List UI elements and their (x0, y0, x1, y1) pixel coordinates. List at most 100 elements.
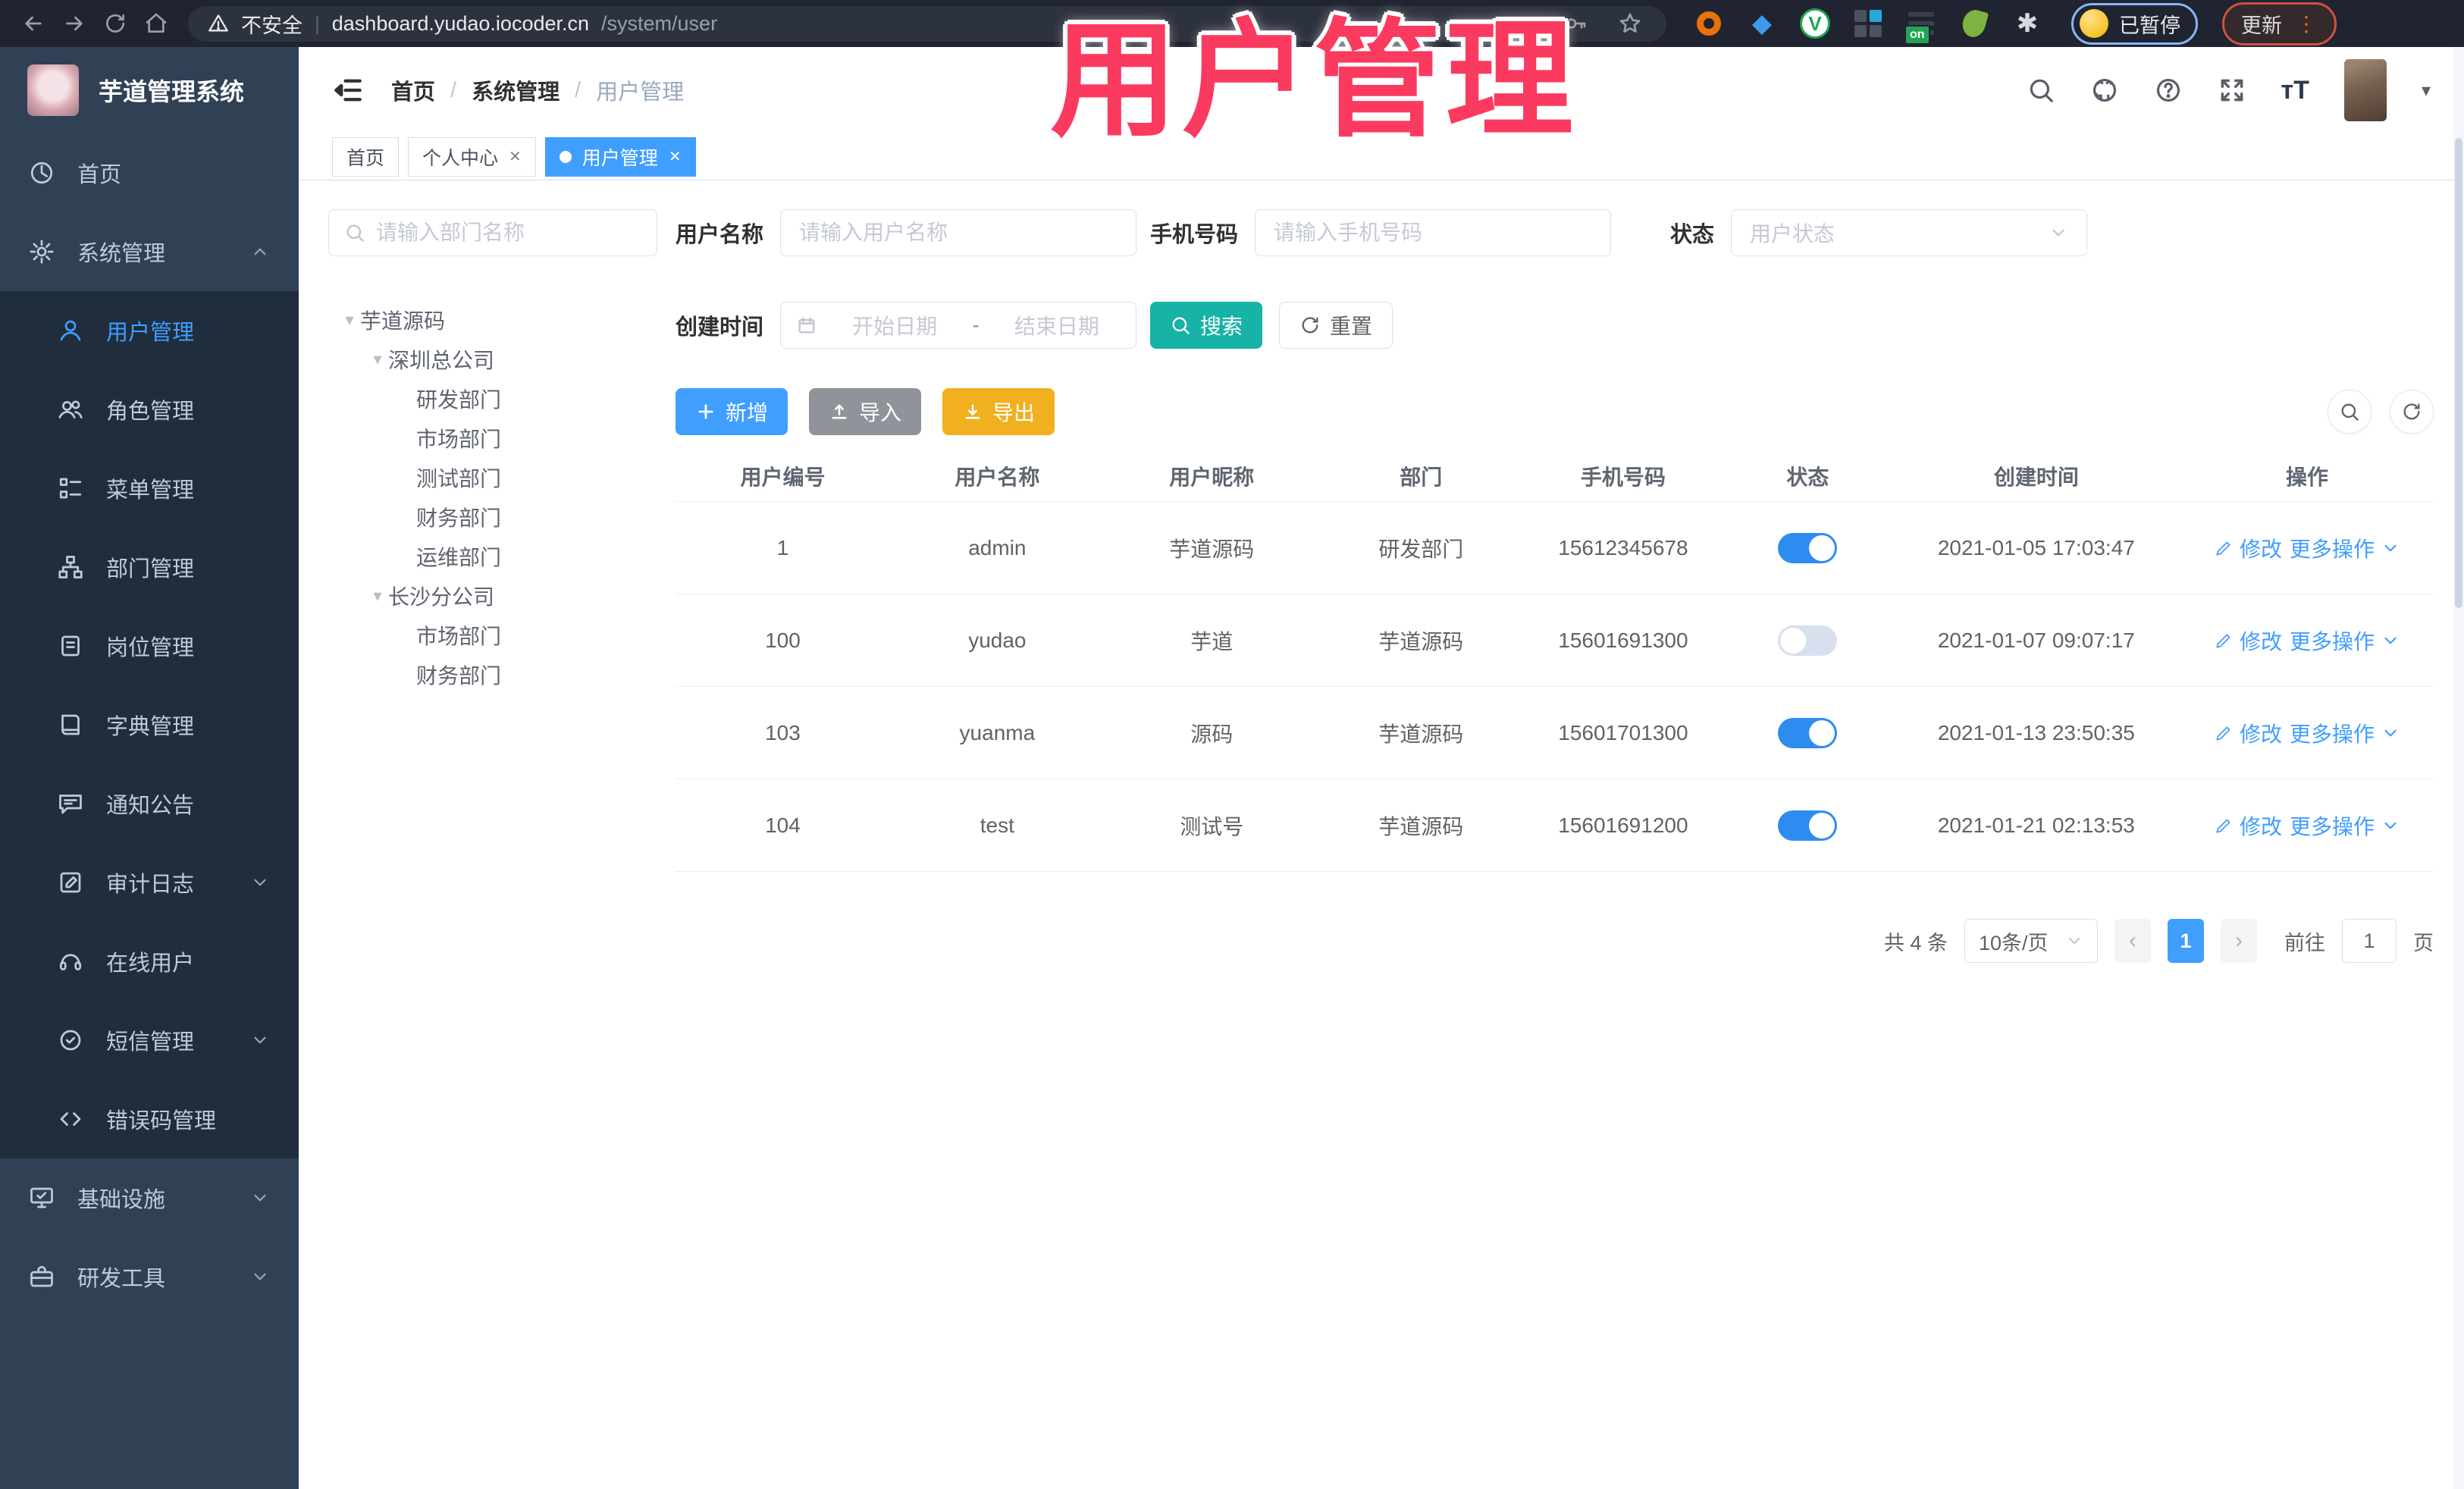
home-icon[interactable] (140, 7, 173, 40)
prev-page-button[interactable]: ‹ (2114, 919, 2151, 963)
tab-user[interactable]: 用户管理 ✕ (544, 136, 696, 177)
sidebar-item-home[interactable]: 首页 (0, 133, 299, 212)
edit-action-link[interactable]: 修改 (2214, 533, 2282, 563)
more-actions-dropdown[interactable]: 更多操作 (2290, 810, 2400, 841)
user-avatar[interactable] (2343, 59, 2387, 121)
status-toggle[interactable] (1778, 810, 1838, 841)
tab-profile[interactable]: 个人中心 ✕ (408, 136, 536, 177)
sidebar-item-infra[interactable]: 基础设施 (0, 1158, 299, 1237)
import-button[interactable]: 导入 (809, 388, 922, 435)
date-start-placeholder[interactable]: 开始日期 (831, 310, 958, 340)
username-input[interactable] (780, 209, 1137, 256)
status-toggle[interactable] (1778, 532, 1838, 563)
page-scrollbar[interactable] (2453, 47, 2464, 1489)
tree-node[interactable]: 研发部门 (328, 379, 657, 418)
avatar-caret-icon[interactable]: ▾ (2422, 80, 2431, 102)
status-cell (1723, 625, 1892, 656)
sidebar-item-online[interactable]: 在线用户 (0, 922, 299, 1001)
sidebar-item-sms[interactable]: 短信管理 (0, 1001, 299, 1080)
plus-icon (698, 404, 713, 419)
date-end-placeholder[interactable]: 结束日期 (993, 310, 1121, 340)
sidebar-item-dept[interactable]: 部门管理 (0, 528, 299, 607)
export-button[interactable]: 导出 (942, 388, 1055, 435)
edit-action-link[interactable]: 修改 (2214, 810, 2282, 841)
extension-green-v-icon[interactable]: V (1800, 8, 1830, 39)
tree-node[interactable]: ▾ 长沙分公司 (328, 576, 657, 616)
breadcrumb-item[interactable]: 系统管理 (472, 74, 560, 106)
toggle-knob (1809, 719, 1835, 746)
toggle-search-button[interactable] (2328, 390, 2372, 434)
scrollbar-thumb[interactable] (2455, 138, 2462, 608)
reset-button[interactable]: 重置 (1279, 302, 1393, 349)
status-toggle[interactable] (1778, 717, 1838, 748)
extension-list-icon[interactable]: on (1904, 8, 1936, 45)
bookmark-star-icon[interactable] (1613, 7, 1647, 40)
sidebar-item-dict[interactable]: 字典管理 (0, 685, 299, 764)
page-number-current[interactable]: 1 (2168, 919, 2204, 963)
edit-action-link[interactable]: 修改 (2214, 718, 2282, 748)
search-icon (346, 224, 364, 242)
tree-node[interactable]: 财务部门 (328, 655, 657, 694)
sidebar-item-role[interactable]: 角色管理 (0, 370, 299, 449)
more-actions-dropdown[interactable]: 更多操作 (2290, 533, 2400, 563)
mobile-input[interactable] (1255, 209, 1612, 256)
add-button[interactable]: 新增 (676, 388, 788, 435)
more-actions-dropdown[interactable]: 更多操作 (2290, 625, 2400, 656)
sidebar-item-system[interactable]: 系统管理 (0, 212, 299, 291)
fullscreen-icon[interactable] (2218, 76, 2246, 105)
header-search-icon[interactable] (2027, 76, 2055, 105)
tree-node[interactable]: ▾ 芋道源码 (328, 300, 657, 340)
sidebar-item-errcode[interactable]: 错误码管理 (0, 1080, 299, 1158)
more-actions-dropdown[interactable]: 更多操作 (2290, 718, 2400, 748)
edit-action-link[interactable]: 修改 (2214, 625, 2282, 656)
browser-menu-icon[interactable]: ⋮ (2296, 11, 2318, 36)
extension-leaf-icon[interactable] (1959, 7, 1989, 40)
back-icon[interactable] (17, 7, 50, 40)
sidebar-logo[interactable]: 芋道管理系统 (0, 47, 299, 133)
github-icon[interactable] (2090, 76, 2119, 105)
tree-node[interactable]: 市场部门 (328, 616, 657, 655)
sidebar-item-post[interactable]: 岗位管理 (0, 607, 299, 685)
search-button[interactable]: 搜索 (1150, 302, 1263, 349)
url-host[interactable]: dashboard.yudao.iocoder.cn (332, 12, 589, 36)
reload-icon[interactable] (99, 7, 132, 40)
extension-orange-ring-icon[interactable] (1694, 8, 1724, 39)
status-select[interactable]: 用户状态 (1731, 209, 2088, 256)
font-size-icon[interactable]: ᴛT (2281, 76, 2309, 105)
dept-search-input[interactable] (376, 221, 641, 245)
browser-update-button[interactable]: 更新 ⋮ (2222, 2, 2337, 45)
help-icon[interactable] (2154, 76, 2183, 105)
goto-page-input[interactable] (2342, 919, 2397, 963)
sidebar-item-notice[interactable]: 通知公告 (0, 764, 299, 843)
tree-node[interactable]: ▾ 深圳总公司 (328, 340, 657, 379)
tree-expand-caret-icon[interactable]: ▾ (367, 350, 388, 369)
close-tab-icon[interactable]: ✕ (509, 147, 522, 166)
tree-expand-caret-icon[interactable]: ▾ (339, 310, 360, 330)
page-size-select[interactable]: 10条/页 (1964, 919, 2098, 963)
tree-node[interactable]: 运维部门 (328, 537, 657, 576)
sidebar-item-menu[interactable]: 菜单管理 (0, 449, 299, 528)
status-toggle[interactable] (1778, 625, 1838, 656)
tab-home[interactable]: 首页 (332, 136, 400, 177)
tree-node[interactable]: 市场部门 (328, 418, 657, 458)
breadcrumb-item[interactable]: 首页 (391, 74, 435, 106)
sidebar-item-audit[interactable]: 审计日志 (0, 843, 299, 922)
date-range-picker[interactable]: 开始日期 - 结束日期 (780, 302, 1137, 349)
close-tab-icon[interactable]: ✕ (669, 147, 682, 166)
extension-paw-icon[interactable]: ✱ (2012, 8, 2042, 39)
next-page-button[interactable]: › (2221, 919, 2257, 963)
extension-gem-icon[interactable]: ◆ (1747, 8, 1777, 39)
extension-grid-icon[interactable] (1853, 8, 1883, 39)
refresh-table-button[interactable] (2390, 390, 2434, 434)
search-icon (1172, 317, 1190, 334)
collapse-menu-icon[interactable] (332, 74, 364, 106)
sidebar-item-user[interactable]: 用户管理 (0, 291, 299, 370)
tree-expand-caret-icon[interactable]: ▾ (367, 586, 388, 606)
forward-icon[interactable] (58, 7, 91, 40)
tree-node[interactable]: 测试部门 (328, 458, 657, 497)
security-label[interactable]: 不安全 (241, 9, 303, 39)
tree-node[interactable]: 财务部门 (328, 497, 657, 537)
sidebar-item-devtools[interactable]: 研发工具 (0, 1237, 299, 1316)
active-tab-dot (559, 150, 572, 163)
browser-profile-chip[interactable]: 已暂停 (2071, 2, 2198, 45)
